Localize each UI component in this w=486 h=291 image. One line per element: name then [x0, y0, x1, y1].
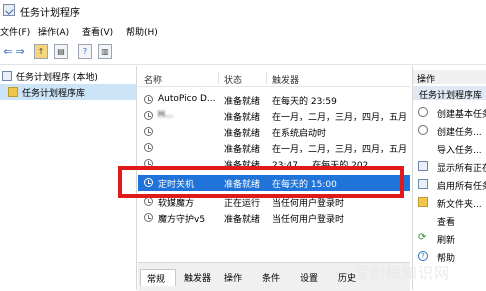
view-icon [418, 215, 428, 225]
clock-icon [2, 71, 12, 81]
task-row[interactable]: 魔方守护v5 准备就绪 当任何用户登录时 [138, 210, 410, 226]
action-label: 刷新 [437, 236, 456, 246]
tab-settings[interactable]: 设置 [294, 269, 330, 285]
task-row[interactable]: AutoPico D... 准备就绪 在每天的 23:59 [138, 92, 410, 108]
action-import-task[interactable]: 导入任务... [413, 140, 486, 157]
task-trigger: 在一月，二月，三月，四月，五月 [272, 113, 408, 123]
highlight-box [118, 166, 404, 198]
task-row[interactable]: 准备就绪 在一月，二月，三月，四月，五月 [138, 140, 410, 156]
task-status: 准备就绪 [224, 129, 261, 139]
action-label: 创建基本任务... [437, 110, 486, 120]
tree-item-library-label: 任务计划程序库 [22, 89, 86, 99]
column-header-trigger[interactable]: 触发器 [272, 73, 299, 86]
task-name: H... [158, 110, 174, 120]
show-hide-action-pane-icon[interactable]: ▥ [98, 44, 112, 59]
actions-header: 操作 [413, 70, 486, 85]
actions-section[interactable]: 任务计划程序库 [413, 86, 486, 101]
up-folder-icon[interactable]: ↑ [34, 44, 48, 59]
actions-pane: 操作 任务计划程序库 创建基本任务... 创建任务... 导入任务... 显示所… [412, 66, 486, 290]
show-hide-console-tree-icon[interactable]: ▤ [54, 44, 68, 59]
action-view[interactable]: 查看 [413, 212, 486, 229]
clock-icon [418, 107, 428, 117]
task-trigger: 在每天的 23:59 [272, 97, 337, 107]
menu-file[interactable]: 文件(F) [0, 25, 30, 38]
task-status: 准备就绪 [224, 97, 261, 107]
back-arrow-icon[interactable]: ⇐ [2, 44, 14, 59]
folder-icon [418, 197, 428, 207]
folder-icon [8, 87, 18, 97]
action-new-folder[interactable]: 新文件夹... [413, 194, 486, 211]
menu-help[interactable]: 帮助(H) [126, 25, 158, 38]
help-icon: ? [418, 251, 428, 261]
action-refresh[interactable]: ⟳ 刷新 [413, 230, 486, 247]
watermark-text: 爱创根知识网 [354, 264, 451, 282]
task-clock-icon [144, 111, 153, 120]
toolbar: ⇐ ⇒ ↑ ▤ ? ▥ [0, 40, 486, 65]
menu-bar: 文件(F) 操作(A) 查看(V) 帮助(H) [0, 22, 486, 39]
tree-item-local[interactable]: 任务计划程序 (本地) [0, 68, 136, 84]
action-enable-history[interactable]: 启用所有任务... [413, 176, 486, 193]
tree-item-library[interactable]: 任务计划程序库 [0, 84, 136, 100]
forward-arrow-icon[interactable]: ⇒ [14, 44, 26, 59]
task-scheduler-app-icon [3, 4, 15, 16]
tab-actions[interactable]: 操作 [218, 269, 254, 285]
action-label: 查看 [437, 218, 456, 228]
task-status: 准备就绪 [224, 215, 261, 225]
tab-settings-label: 设置 [300, 274, 319, 284]
tab-triggers[interactable]: 触发器 [178, 269, 220, 285]
task-clock-icon [144, 197, 153, 206]
task-status: 准备就绪 [224, 113, 261, 123]
task-name: AutoPico D... [158, 94, 216, 104]
history-icon [418, 179, 428, 189]
actions-section-label: 任务计划程序库 [419, 91, 483, 101]
clock-icon [418, 125, 428, 135]
action-create-basic-task[interactable]: 创建基本任务... [413, 104, 486, 121]
column-header-status[interactable]: 状态 [224, 73, 242, 86]
menu-view[interactable]: 查看(V) [82, 25, 113, 38]
task-clock-icon [144, 143, 153, 152]
action-label: 显示所有正在... [437, 164, 486, 174]
menu-action[interactable]: 操作(A) [38, 25, 69, 38]
task-clock-icon [144, 213, 153, 222]
action-label: 导入任务... [437, 146, 482, 156]
action-display-running[interactable]: 显示所有正在... [413, 158, 486, 175]
column-header-name[interactable]: 名称 [144, 73, 162, 86]
tree-item-local-label: 任务计划程序 (本地) [16, 73, 98, 83]
help-icon[interactable]: ? [78, 44, 92, 59]
task-clock-icon [144, 95, 153, 104]
tab-general-label: 常规 [147, 275, 166, 285]
task-status: 准备就绪 [224, 145, 261, 155]
task-trigger: 当任何用户登录时 [272, 215, 345, 225]
tab-general[interactable]: 常规 [140, 269, 176, 286]
import-icon [418, 143, 428, 153]
tab-actions-label: 操作 [224, 274, 243, 284]
refresh-icon: ⟳ [418, 232, 427, 243]
tab-conditions[interactable]: 条件 [256, 269, 292, 285]
task-clock-icon [144, 127, 153, 136]
task-trigger: 在一月，二月，三月，四月，五月 [272, 145, 408, 155]
actions-header-label: 操作 [417, 75, 436, 85]
title-bar: 任务计划程序 [0, 0, 486, 22]
tab-triggers-label: 触发器 [184, 274, 212, 284]
action-label: 创建任务... [437, 128, 482, 138]
tab-conditions-label: 条件 [262, 274, 281, 284]
task-row[interactable]: H... 准备就绪 在一月，二月，三月，四月，五月 [138, 108, 410, 124]
list-header: 名称 状态 触发器 [138, 70, 410, 87]
task-name: 魔方守护v5 [158, 215, 206, 225]
window-title: 任务计划程序 [20, 8, 80, 19]
list-icon [418, 161, 428, 171]
action-label: 新文件夹... [437, 200, 482, 210]
action-label: 启用所有任务... [437, 182, 486, 192]
action-create-task[interactable]: 创建任务... [413, 122, 486, 139]
task-trigger: 在系统启动时 [272, 129, 327, 139]
console-tree: 任务计划程序 (本地) 任务计划程序库 [0, 66, 137, 290]
task-row[interactable]: 准备就绪 在系统启动时 [138, 124, 410, 140]
